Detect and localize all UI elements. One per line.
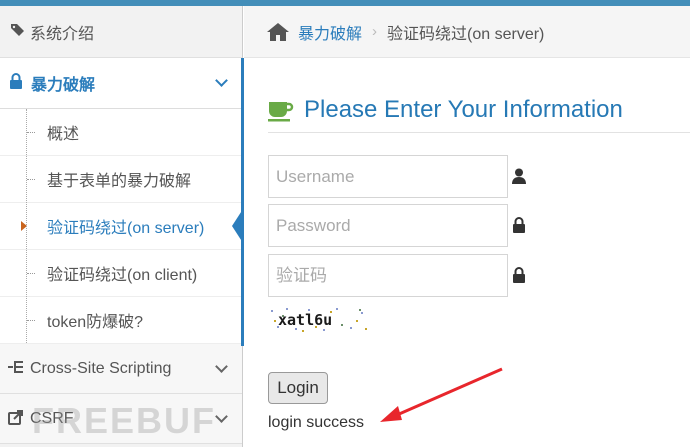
sidebar-item-xss[interactable]: Cross-Site Scripting bbox=[0, 344, 242, 394]
sidebar-group-label: 暴力破解 bbox=[31, 77, 96, 94]
sidebar-item-label: token防爆破? bbox=[47, 314, 144, 331]
sidebar-item-label: 基于表单的暴力破解 bbox=[47, 173, 192, 190]
breadcrumb-link-bruteforce[interactable]: 暴力破解 bbox=[298, 20, 362, 44]
chevron-down-icon bbox=[215, 74, 228, 87]
breadcrumb-current: 验证码绕过(on server) bbox=[387, 25, 545, 43]
lock-icon bbox=[9, 72, 31, 94]
chevron-down-icon bbox=[215, 409, 228, 423]
sidebar-item-token[interactable]: token防爆破? bbox=[0, 297, 242, 344]
sidebar-item-captcha-client[interactable]: 验证码绕过(on client) bbox=[0, 250, 242, 297]
sidebar-item-label: 概述 bbox=[47, 126, 80, 143]
sidebar-item-label: 系统介绍 bbox=[30, 25, 95, 43]
login-button[interactable]: Login bbox=[268, 372, 328, 404]
page-title-text: Please Enter Your Information bbox=[304, 96, 623, 123]
red-arrow-annotation bbox=[380, 367, 503, 422]
share-icon bbox=[8, 409, 30, 428]
lock-icon bbox=[513, 217, 525, 233]
tree-line bbox=[26, 109, 27, 345]
captcha-input[interactable] bbox=[268, 254, 508, 297]
user-icon bbox=[512, 168, 526, 184]
lock-icon bbox=[513, 267, 525, 283]
breadcrumb: 暴力破解 › 验证码绕过(on server) bbox=[244, 6, 690, 58]
sidebar-item-form-bruteforce[interactable]: 基于表单的暴力破解 bbox=[0, 156, 242, 203]
page-title: Please Enter Your Information bbox=[268, 96, 623, 124]
sidebar-item-label: Cross-Site Scripting bbox=[30, 359, 172, 377]
chevron-down-icon bbox=[215, 359, 228, 373]
captcha-image[interactable]: xatl6u bbox=[268, 306, 370, 333]
sidebar-item-captcha-server[interactable]: 验证码绕过(on server) bbox=[0, 203, 243, 250]
watermark: FREEBUF bbox=[32, 400, 216, 441]
title-divider bbox=[268, 132, 690, 133]
breadcrumb-separator-icon: › bbox=[372, 23, 378, 40]
username-input[interactable] bbox=[268, 155, 508, 198]
captcha-text: xatl6u bbox=[278, 311, 332, 329]
sidebar-item-label: 验证码绕过(on server) bbox=[47, 220, 205, 237]
sidebar: 系统介绍 暴力破解 概述 基于表单的暴力破解 验证码绕过(on server) … bbox=[0, 6, 244, 447]
list-tree-icon bbox=[8, 360, 30, 377]
sidebar-accent-edge bbox=[241, 58, 244, 346]
home-icon[interactable] bbox=[266, 22, 290, 42]
login-status: login success bbox=[268, 414, 365, 431]
sidebar-group-bruteforce[interactable]: 暴力破解 bbox=[0, 58, 242, 109]
sidebar-item-overview[interactable]: 概述 bbox=[0, 109, 242, 156]
sidebar-item-intro[interactable]: 系统介绍 bbox=[0, 6, 242, 58]
sidebar-item-label: 验证码绕过(on client) bbox=[47, 267, 198, 284]
password-input[interactable] bbox=[268, 204, 508, 247]
tag-icon bbox=[10, 23, 30, 41]
coffee-cup-icon bbox=[268, 102, 294, 122]
